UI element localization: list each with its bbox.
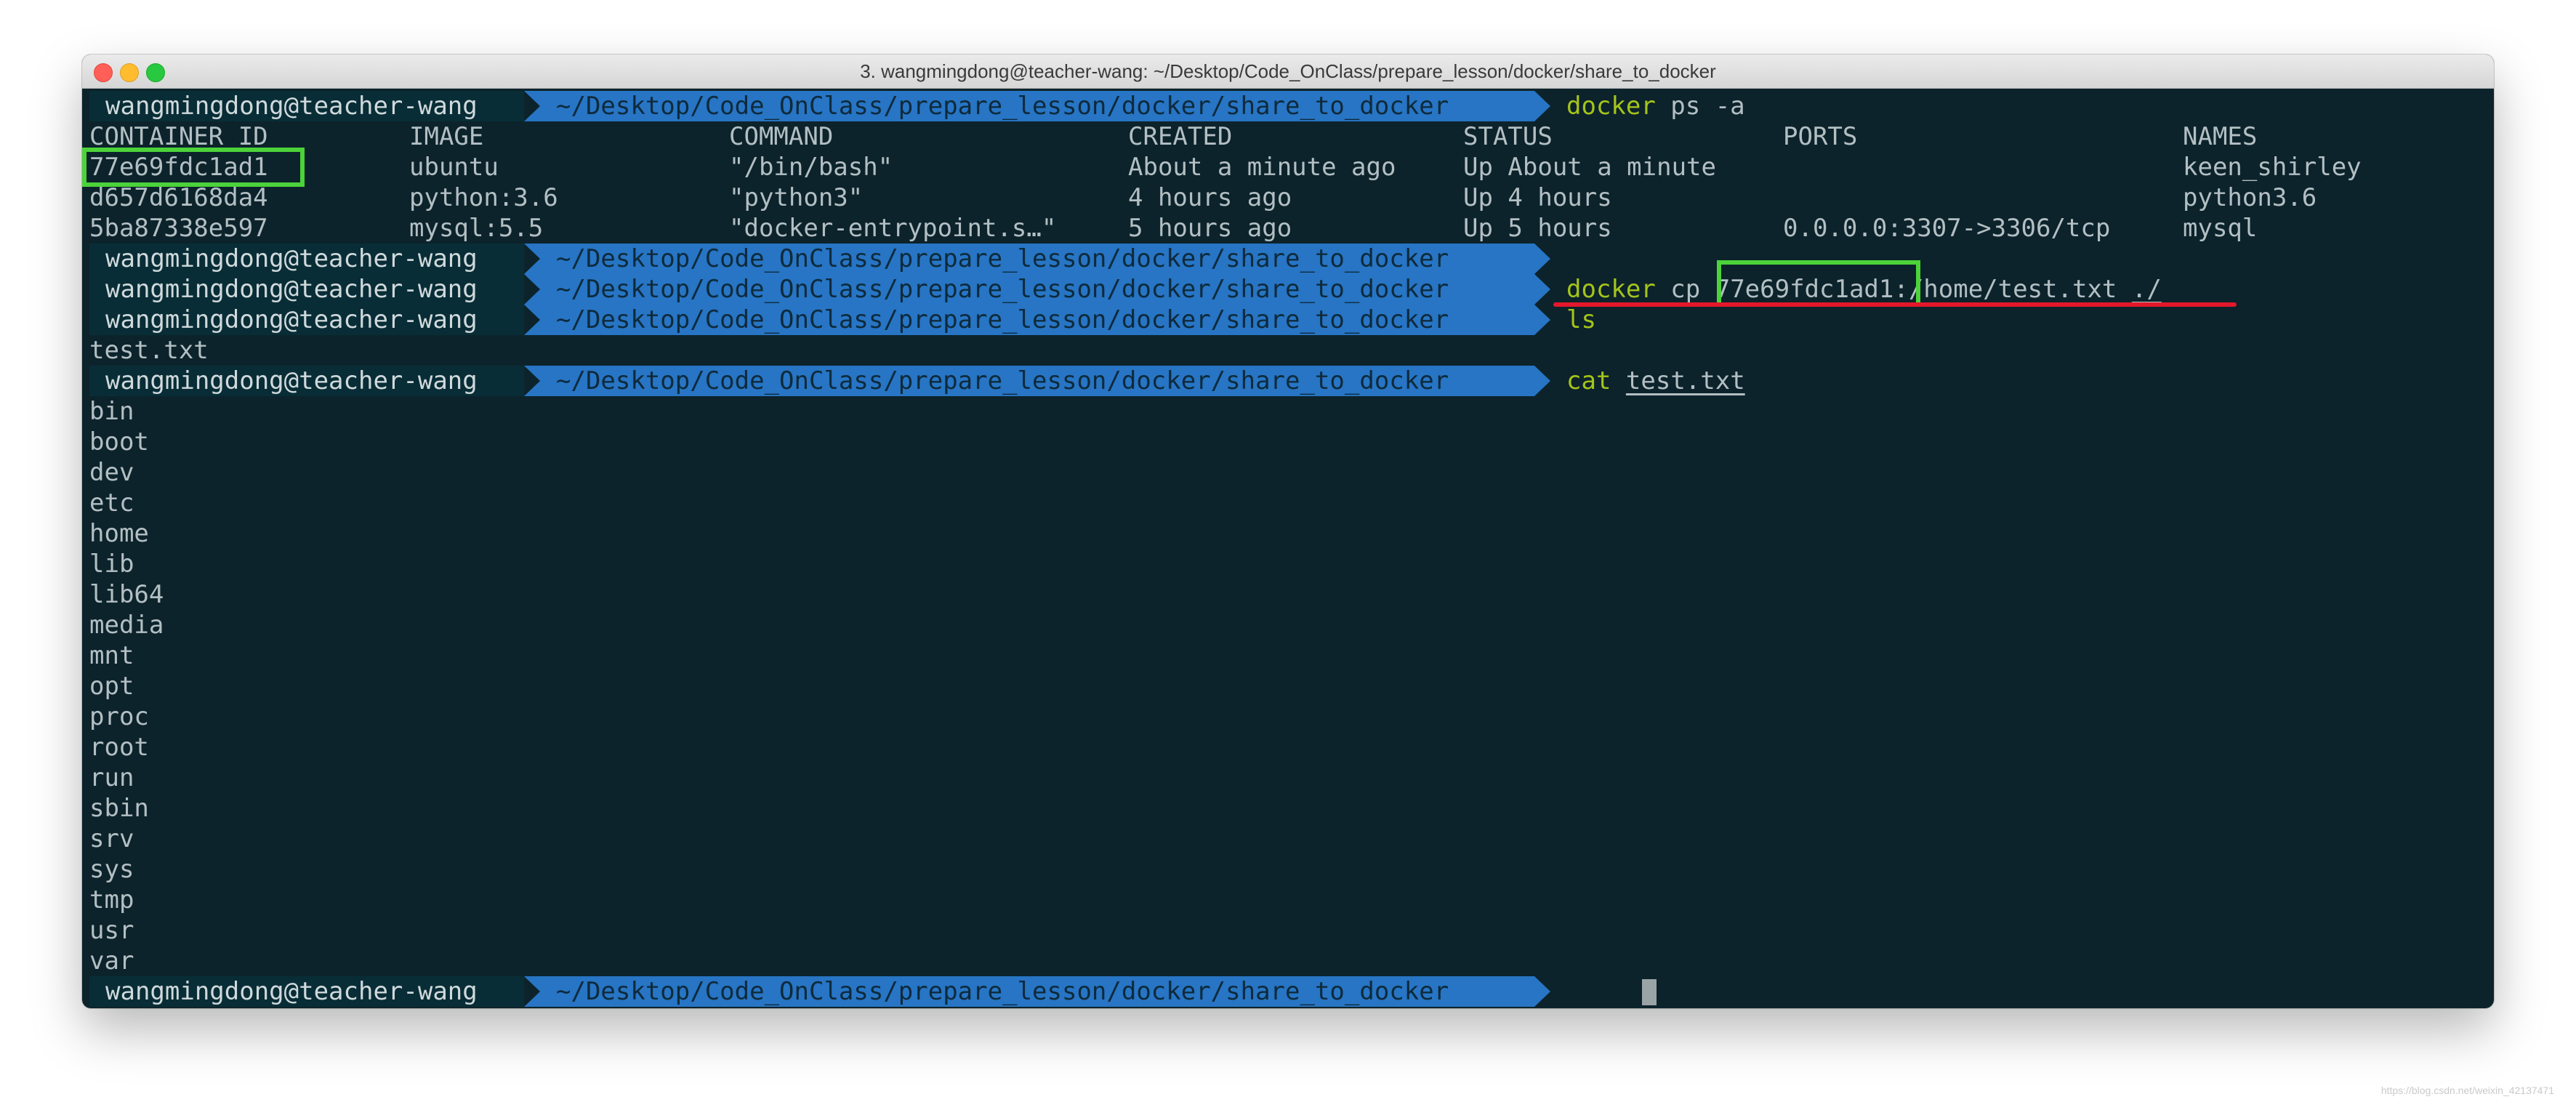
prompt-user: wangmingdong@teacher-wang — [89, 366, 524, 396]
cell-command: "python3" — [729, 183, 864, 212]
cell-container-id: d657d6168da4 — [89, 183, 268, 212]
cell-created: 4 hours ago — [1128, 183, 1292, 212]
command-name: ls — [1566, 305, 1596, 334]
cell-names: keen_shirley — [2183, 153, 2362, 182]
command-dest: ./ — [2131, 275, 2162, 304]
output-line: media — [89, 611, 164, 640]
cp-command-underline — [1553, 302, 2237, 307]
prompt-path: ~/Desktop/Code_OnClass/prepare_lesson/do… — [524, 976, 1550, 1007]
command-args: cp — [1655, 275, 1715, 304]
output-line: bin — [89, 397, 134, 426]
cell-status: Up 5 hours — [1463, 214, 1612, 243]
output-line: lib64 — [89, 580, 164, 609]
table-row: d657d6168da4 python:3.6 "python3" 4 hour… — [89, 182, 2481, 213]
header-ports: PORTS — [1783, 122, 1858, 151]
command-args-path: :/home/test.txt — [1893, 275, 2132, 304]
prompt-user: wangmingdong@teacher-wang — [89, 976, 524, 1007]
prompt-line: wangmingdong@teacher-wang ~/Desktop/Code… — [89, 305, 2481, 335]
table-row: 77e69fdc1ad1 ubuntu "/bin/bash" About a … — [89, 152, 2481, 182]
cell-created: 5 hours ago — [1128, 214, 1292, 243]
output-line: mnt — [89, 641, 134, 670]
cell-names: mysql — [2183, 214, 2258, 243]
cell-created: About a minute ago — [1128, 153, 1396, 182]
output-line: sbin — [89, 794, 149, 823]
ls-output-line: test.txt — [89, 336, 209, 365]
prompt-path: ~/Desktop/Code_OnClass/prepare_lesson/do… — [524, 366, 1550, 396]
terminal-content[interactable]: wangmingdong@teacher-wang ~/Desktop/Code… — [82, 91, 2481, 1007]
command-file: test.txt — [1625, 366, 1745, 395]
command-ps: docker ps -a — [1566, 91, 1745, 121]
cell-command: "docker-entrypoint.s…" — [729, 214, 1057, 243]
title-bar: 3. wangmingdong@teacher-wang: ~/Desktop/… — [82, 55, 2494, 89]
output-line: srv — [89, 824, 134, 853]
cell-status: Up 4 hours — [1463, 183, 1612, 212]
output-line: root — [89, 733, 149, 762]
cell-image: python:3.6 — [409, 183, 558, 212]
prompt-path: ~/Desktop/Code_OnClass/prepare_lesson/do… — [524, 91, 1550, 121]
command-cat: cat test.txt — [1566, 366, 1745, 396]
cp-id-highlight-box — [1717, 260, 1920, 307]
output-line: home — [89, 519, 149, 548]
text-cursor — [1642, 979, 1657, 1005]
output-line: etc — [89, 488, 134, 518]
header-image: IMAGE — [409, 122, 484, 151]
prompt-line: wangmingdong@teacher-wang ~/Desktop/Code… — [89, 366, 2481, 396]
prompt-line: wangmingdong@teacher-wang ~/Desktop/Code… — [89, 244, 2481, 274]
header-status: STATUS — [1463, 122, 1553, 151]
output-line: var — [89, 946, 134, 976]
header-created: CREATED — [1128, 122, 1233, 151]
output-line: opt — [89, 672, 134, 701]
header-names: NAMES — [2183, 122, 2258, 151]
cell-image: ubuntu — [409, 153, 499, 182]
table-row: 5ba87338e597 mysql:5.5 "docker-entrypoin… — [89, 213, 2481, 244]
output-line: sys — [89, 855, 134, 884]
ps-table-header: CONTAINER ID IMAGE COMMAND CREATED STATU… — [89, 121, 2481, 152]
prompt-user: wangmingdong@teacher-wang — [89, 274, 524, 305]
watermark: https://blog.csdn.net/weixin_42137471 — [2380, 1085, 2554, 1096]
cell-ports: 0.0.0.0:3307->3306/tcp — [1783, 214, 2111, 243]
prompt-user: wangmingdong@teacher-wang — [89, 244, 524, 274]
output-line: run — [89, 763, 134, 792]
output-line: boot — [89, 427, 149, 457]
output-line: dev — [89, 458, 134, 487]
window-title: 3. wangmingdong@teacher-wang: ~/Desktop/… — [860, 60, 1716, 82]
command-name: docker — [1566, 92, 1656, 121]
terminal-window: 3. wangmingdong@teacher-wang: ~/Desktop/… — [82, 55, 2494, 1008]
prompt-path: ~/Desktop/Code_OnClass/prepare_lesson/do… — [524, 274, 1550, 305]
cell-names: python3.6 — [2183, 183, 2317, 212]
output-line: tmp — [89, 885, 134, 914]
cell-container-id: 5ba87338e597 — [89, 214, 268, 243]
cell-image: mysql:5.5 — [409, 214, 544, 243]
output-line: usr — [89, 916, 134, 945]
command-args: ps -a — [1655, 92, 1745, 121]
header-command: COMMAND — [729, 122, 834, 151]
output-line: lib — [89, 550, 134, 579]
prompt-user: wangmingdong@teacher-wang — [89, 305, 524, 335]
command-name: docker — [1566, 275, 1656, 304]
prompt-user: wangmingdong@teacher-wang — [89, 91, 524, 121]
active-prompt-line[interactable]: wangmingdong@teacher-wang ~/Desktop/Code… — [89, 976, 2481, 1007]
command-ls: ls — [1566, 305, 1596, 335]
output-line: proc — [89, 702, 149, 731]
container-id-highlight-box — [82, 148, 305, 187]
cell-command: "/bin/bash" — [729, 153, 893, 182]
prompt-path: ~/Desktop/Code_OnClass/prepare_lesson/do… — [524, 244, 1550, 274]
command-name: cat — [1566, 366, 1611, 395]
prompt-path: ~/Desktop/Code_OnClass/prepare_lesson/do… — [524, 305, 1550, 335]
prompt-line: wangmingdong@teacher-wang ~/Desktop/Code… — [89, 91, 2481, 121]
cell-status: Up About a minute — [1463, 153, 1716, 182]
prompt-line: wangmingdong@teacher-wang ~/Desktop/Code… — [89, 274, 2481, 305]
